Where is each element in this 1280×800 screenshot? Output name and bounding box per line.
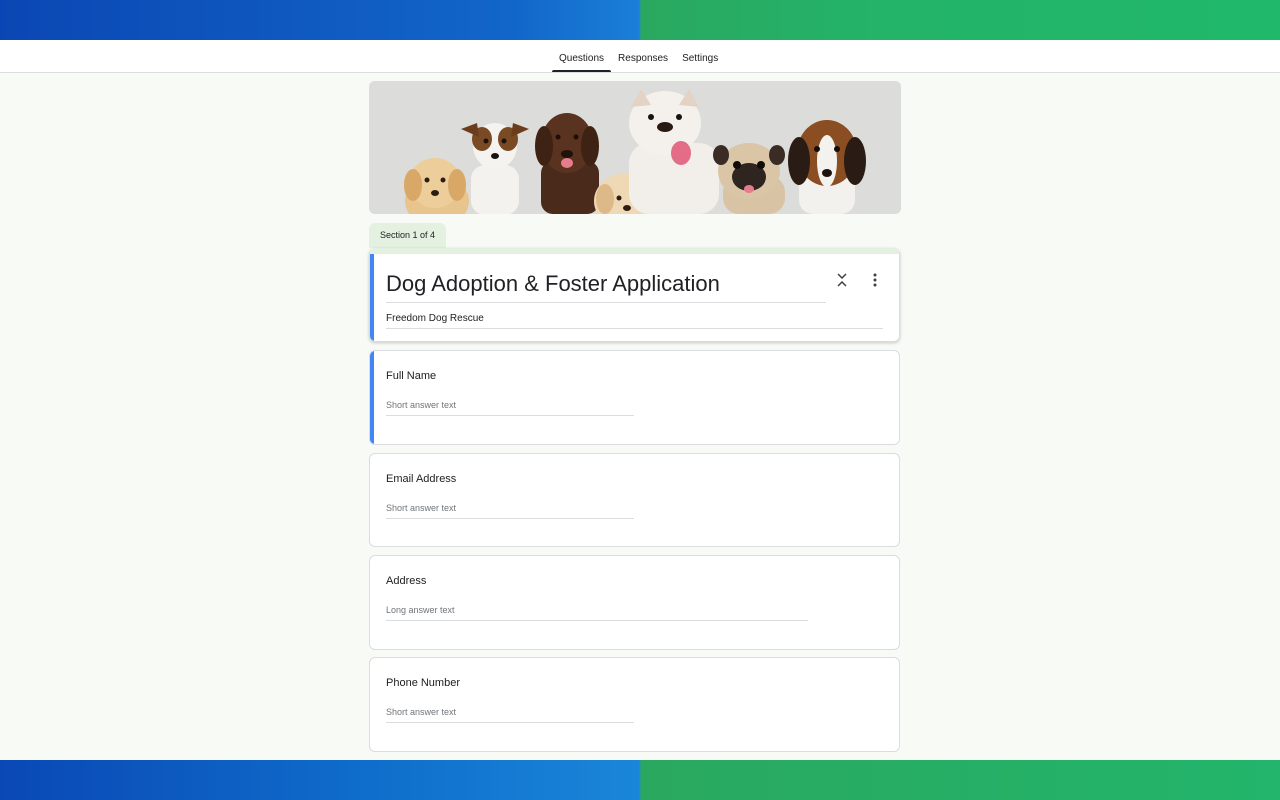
dogs-illustration xyxy=(369,81,901,214)
short-answer-field: Short answer text xyxy=(386,503,634,519)
question-card-phone[interactable]: Phone Number Short answer text xyxy=(369,657,900,752)
form-header-card[interactable]: Dog Adoption & Foster Application Freedo… xyxy=(369,248,900,342)
form-tabs: Questions Responses Settings xyxy=(552,40,725,72)
question-title: Email Address xyxy=(386,473,457,485)
header-image-dogs xyxy=(369,81,901,214)
short-answer-field: Short answer text xyxy=(386,707,634,723)
form-description[interactable]: Freedom Dog Rescue xyxy=(386,312,883,329)
question-card-full-name[interactable]: Full Name Short answer text xyxy=(369,350,900,445)
question-card-address[interactable]: Address Long answer text xyxy=(369,555,900,650)
bottom-gradient-band xyxy=(0,760,1280,800)
form-title[interactable]: Dog Adoption & Foster Application xyxy=(386,268,826,303)
tab-settings[interactable]: Settings xyxy=(675,40,725,72)
top-gradient-band xyxy=(0,0,1280,40)
question-title: Phone Number xyxy=(386,677,460,689)
more-vert-icon[interactable] xyxy=(865,270,885,290)
tab-responses[interactable]: Responses xyxy=(611,40,675,72)
section-indicator: Section 1 of 4 xyxy=(369,223,447,248)
short-answer-field: Short answer text xyxy=(386,400,634,416)
tab-bar: Questions Responses Settings xyxy=(0,40,1280,73)
long-answer-field: Long answer text xyxy=(386,605,808,621)
collapse-section-icon[interactable] xyxy=(832,270,852,290)
question-title: Address xyxy=(386,575,427,587)
dog-chocolate-lab xyxy=(535,113,599,214)
question-card-email[interactable]: Email Address Short answer text xyxy=(369,453,900,547)
question-title: Full Name xyxy=(386,370,437,382)
tab-questions[interactable]: Questions xyxy=(552,40,612,72)
